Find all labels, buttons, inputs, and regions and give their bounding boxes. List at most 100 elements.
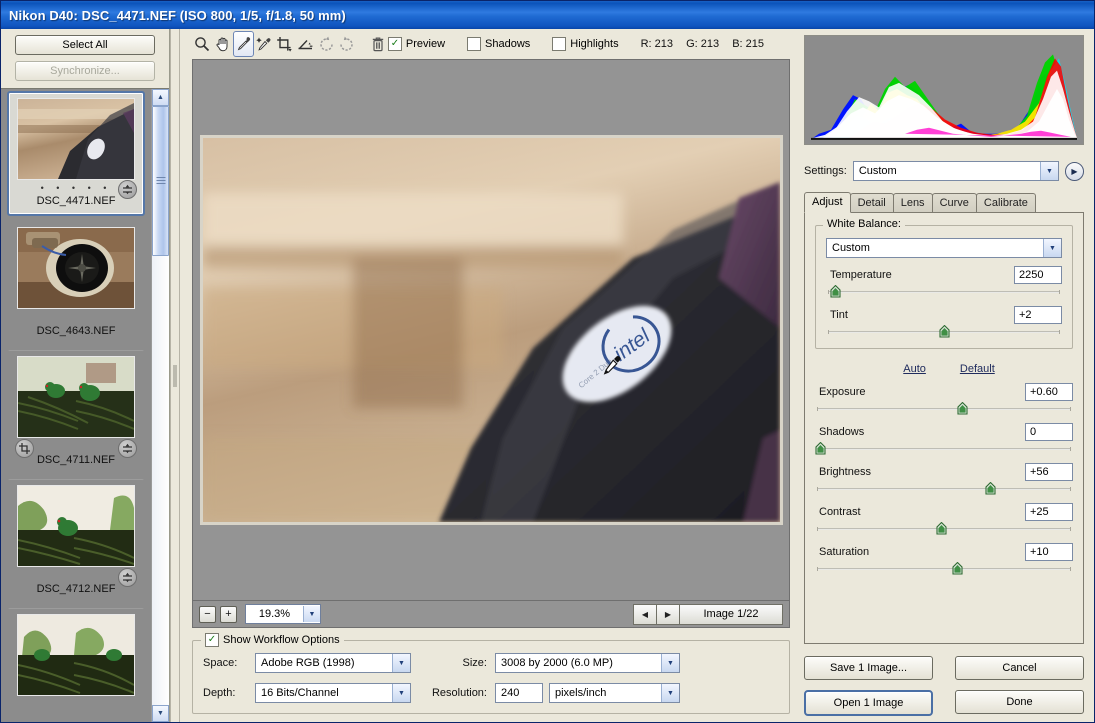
chevron-down-icon[interactable]: ▼ bbox=[661, 684, 679, 702]
previous-image-button[interactable]: ◀ bbox=[633, 603, 657, 625]
resolution-input[interactable]: 240 bbox=[495, 683, 543, 703]
slider-track bbox=[817, 487, 1071, 491]
settings-menu-button[interactable]: ▶ bbox=[1065, 161, 1084, 181]
scrollbar-track[interactable] bbox=[152, 106, 169, 705]
exposure-input[interactable]: +0.60 bbox=[1025, 383, 1073, 401]
list-item[interactable]: DSC_4643.NEF bbox=[7, 220, 145, 346]
preview-checkbox-box[interactable]: ✓ bbox=[387, 37, 402, 51]
slider-knob[interactable] bbox=[939, 324, 950, 338]
open-image-button[interactable]: Open 1 Image bbox=[804, 690, 933, 716]
shadows-slider[interactable] bbox=[814, 441, 1071, 455]
highlights-checkbox[interactable]: Highlights bbox=[552, 37, 619, 51]
contrast-input[interactable]: +25 bbox=[1025, 503, 1073, 521]
shadows-label: Shadows bbox=[819, 426, 865, 438]
slider-knob[interactable] bbox=[952, 561, 963, 575]
filmstrip-scroll-area: • • • • • DSC_4471.NEF DSC_4643.NEF DSC_… bbox=[1, 88, 169, 722]
adjustment-badge-icon bbox=[118, 568, 137, 587]
tab-calibrate[interactable]: Calibrate bbox=[975, 193, 1036, 212]
chevron-down-icon[interactable]: ▼ bbox=[1040, 162, 1058, 180]
chevron-down-icon[interactable]: ▼ bbox=[392, 684, 410, 702]
highlights-checkbox-label: Highlights bbox=[570, 38, 619, 50]
hand-tool[interactable] bbox=[213, 31, 234, 57]
done-button[interactable]: Done bbox=[955, 690, 1084, 714]
resolution-unit-select[interactable]: pixels/inch ▼ bbox=[549, 683, 680, 703]
zoom-tool[interactable] bbox=[192, 31, 213, 57]
tab-adjust[interactable]: Adjust bbox=[804, 192, 851, 213]
scroll-down-icon[interactable]: ▼ bbox=[152, 705, 169, 722]
depth-select[interactable]: 16 Bits/Channel ▼ bbox=[255, 683, 411, 703]
color-sampler-tool[interactable] bbox=[254, 31, 275, 57]
shadows-checkbox[interactable]: Shadows bbox=[467, 37, 530, 51]
size-select[interactable]: 3008 by 2000 (6.0 MP) ▼ bbox=[495, 653, 680, 673]
temperature-slider[interactable] bbox=[828, 284, 1060, 298]
filmstrip-scrollbar[interactable]: ▲ ▼ bbox=[151, 89, 169, 722]
straighten-tool[interactable] bbox=[295, 31, 316, 57]
show-workflow-options-checkbox[interactable]: ✓ Show Workflow Options bbox=[201, 633, 344, 647]
thumbnail-image bbox=[17, 485, 135, 567]
settings-select[interactable]: Custom ▼ bbox=[852, 161, 1059, 181]
white-balance-select[interactable]: Custom ▼ bbox=[826, 238, 1062, 258]
highlights-checkbox-box[interactable] bbox=[552, 37, 567, 51]
zoom-in-button[interactable]: + bbox=[220, 605, 237, 623]
preview-image[interactable]: intel Core 2 Duo bbox=[199, 135, 783, 525]
exposure-slider[interactable] bbox=[817, 401, 1071, 415]
zoom-level-select[interactable]: 19.3% ▼ bbox=[245, 604, 321, 624]
preview-canvas[interactable]: intel Core 2 Duo bbox=[192, 59, 790, 601]
action-buttons: Save 1 Image... Cancel Open 1 Image Done bbox=[804, 656, 1084, 722]
thumbnail-label: DSC_4471.NEF bbox=[36, 195, 116, 207]
tab-detail[interactable]: Detail bbox=[849, 193, 894, 212]
slider-knob[interactable] bbox=[985, 481, 996, 495]
white-balance-eyedropper-tool[interactable] bbox=[233, 31, 254, 57]
brightness-slider[interactable] bbox=[817, 481, 1071, 495]
slider-knob[interactable] bbox=[830, 284, 841, 298]
window-body: Select All Synchronize... • • • • • DSC_… bbox=[1, 29, 1094, 722]
depth-value: 16 Bits/Channel bbox=[261, 687, 339, 699]
scrollbar-thumb[interactable] bbox=[152, 106, 169, 256]
cancel-button[interactable]: Cancel bbox=[955, 656, 1084, 680]
delete-tool[interactable] bbox=[367, 31, 388, 57]
rgb-readout-r: R: 213 bbox=[640, 38, 674, 50]
preview-checkbox[interactable]: ✓ Preview bbox=[387, 37, 445, 51]
slider-knob[interactable] bbox=[957, 401, 968, 415]
slider-knob[interactable] bbox=[814, 441, 826, 455]
thumbnail-list: • • • • • DSC_4471.NEF DSC_4643.NEF DSC_… bbox=[1, 89, 151, 722]
tint-input[interactable]: +2 bbox=[1014, 306, 1062, 324]
shadows-input[interactable]: 0 bbox=[1025, 423, 1073, 441]
chevron-down-icon[interactable]: ▼ bbox=[1043, 239, 1061, 257]
rotate-clockwise-tool[interactable] bbox=[337, 31, 358, 57]
slider-knob[interactable] bbox=[936, 521, 948, 535]
contrast-slider[interactable] bbox=[817, 521, 1071, 535]
tab-lens[interactable]: Lens bbox=[892, 193, 933, 212]
list-item[interactable]: • • • • • DSC_4471.NEF bbox=[7, 91, 145, 216]
scrollbar-grip-icon bbox=[156, 177, 165, 185]
auto-link[interactable]: Auto bbox=[903, 363, 926, 375]
camera-raw-window: Nikon D40: DSC_4471.NEF (ISO 800, 1/5, f… bbox=[0, 0, 1095, 723]
saturation-slider[interactable] bbox=[817, 561, 1071, 575]
rotate-counterclockwise-tool[interactable] bbox=[316, 31, 337, 57]
list-item[interactable]: DSC_4711.NEF bbox=[7, 350, 145, 475]
scroll-up-icon[interactable]: ▲ bbox=[152, 89, 169, 106]
resolution-label: Resolution: bbox=[431, 687, 487, 699]
synchronize-button[interactable]: Synchronize... bbox=[15, 61, 155, 81]
list-item[interactable]: DSC_4712.NEF bbox=[7, 479, 145, 604]
shadows-checkbox-box[interactable] bbox=[467, 37, 482, 51]
zoom-out-button[interactable]: − bbox=[199, 605, 216, 623]
tint-slider[interactable] bbox=[828, 324, 1060, 338]
brightness-input[interactable]: +56 bbox=[1025, 463, 1073, 481]
panel-splitter[interactable] bbox=[170, 29, 180, 722]
temperature-input[interactable]: 2250 bbox=[1014, 266, 1062, 284]
save-image-button[interactable]: Save 1 Image... bbox=[804, 656, 933, 680]
select-all-button[interactable]: Select All bbox=[15, 35, 155, 55]
list-item[interactable] bbox=[7, 608, 145, 701]
adjustments-panel: Settings: Custom ▼ ▶ Adjust Detail Lens … bbox=[798, 29, 1094, 722]
chevron-down-icon[interactable]: ▼ bbox=[661, 654, 679, 672]
show-workflow-options-box[interactable]: ✓ bbox=[205, 633, 219, 647]
tab-curve[interactable]: Curve bbox=[931, 193, 977, 212]
chevron-down-icon[interactable]: ▼ bbox=[303, 606, 320, 622]
crop-tool[interactable] bbox=[275, 31, 296, 57]
chevron-down-icon[interactable]: ▼ bbox=[392, 654, 410, 672]
default-link[interactable]: Default bbox=[960, 363, 995, 375]
next-image-button[interactable]: ▶ bbox=[657, 603, 680, 625]
space-select[interactable]: Adobe RGB (1998) ▼ bbox=[255, 653, 411, 673]
saturation-input[interactable]: +10 bbox=[1025, 543, 1073, 561]
